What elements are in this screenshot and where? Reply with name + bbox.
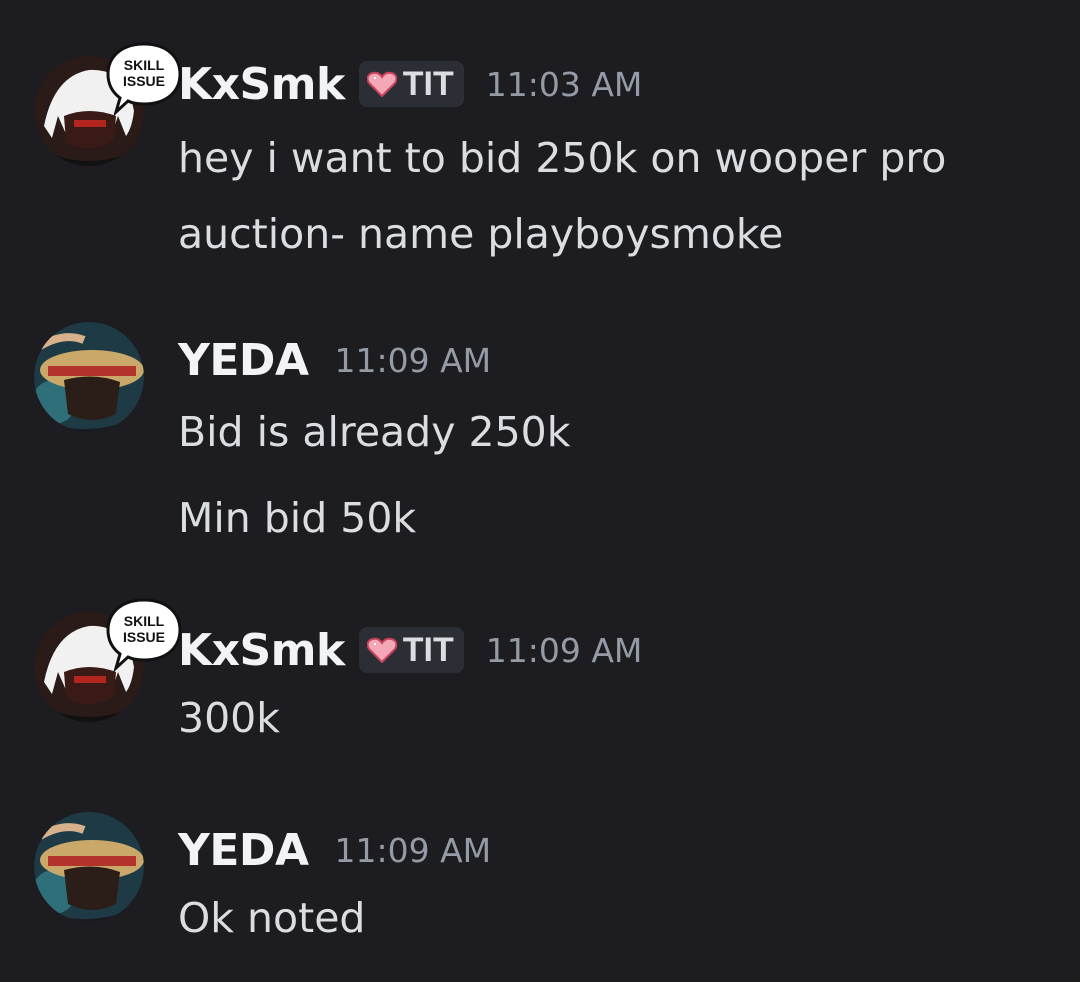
- message-text-line: Min bid 50k: [178, 494, 417, 542]
- message-header: YEDA 11:09 AM: [178, 332, 491, 388]
- skill-issue-decoration: SKILL ISSUE: [106, 598, 182, 673]
- svg-text:ISSUE: ISSUE: [123, 73, 165, 89]
- avatar-image: [34, 322, 144, 432]
- svg-text:SKILL: SKILL: [124, 613, 165, 629]
- heart-icon: [366, 71, 397, 97]
- server-tag[interactable]: TIT: [358, 627, 464, 673]
- message-header: YEDA 11:09 AM: [178, 822, 491, 878]
- tag-label: TIT: [402, 64, 454, 103]
- avatar-kxsmk[interactable]: SKILL ISSUE: [34, 598, 182, 722]
- message-header: KxSmk TIT 11:03 AM: [178, 56, 642, 112]
- message-text-line: Bid is already 250k: [178, 408, 571, 456]
- timestamp[interactable]: 11:03 AM: [486, 65, 643, 104]
- message-header: KxSmk TIT 11:09 AM: [178, 622, 642, 678]
- message-text-line: Ok noted: [178, 894, 366, 942]
- avatar-yeda[interactable]: [34, 322, 144, 432]
- username[interactable]: YEDA: [178, 335, 309, 386]
- svg-text:SKILL: SKILL: [124, 57, 165, 73]
- avatar-image: [34, 812, 144, 922]
- svg-text:ISSUE: ISSUE: [123, 629, 165, 645]
- message-text-line: auction- name playboysmoke: [178, 210, 784, 258]
- timestamp[interactable]: 11:09 AM: [486, 631, 643, 670]
- timestamp[interactable]: 11:09 AM: [335, 831, 492, 870]
- message-text-line: hey i want to bid 250k on wooper pro: [178, 134, 947, 182]
- message-text-line: 300k: [178, 694, 280, 742]
- username[interactable]: KxSmk: [178, 625, 345, 676]
- heart-icon: [366, 637, 397, 663]
- avatar-yeda[interactable]: [34, 812, 144, 922]
- server-tag[interactable]: TIT: [358, 61, 464, 107]
- avatar-kxsmk[interactable]: SKILL ISSUE: [34, 42, 182, 166]
- tag-label: TIT: [402, 630, 454, 669]
- timestamp[interactable]: 11:09 AM: [335, 341, 492, 380]
- username[interactable]: YEDA: [178, 825, 309, 876]
- username[interactable]: KxSmk: [178, 59, 345, 110]
- skill-issue-decoration: SKILL ISSUE: [106, 42, 182, 117]
